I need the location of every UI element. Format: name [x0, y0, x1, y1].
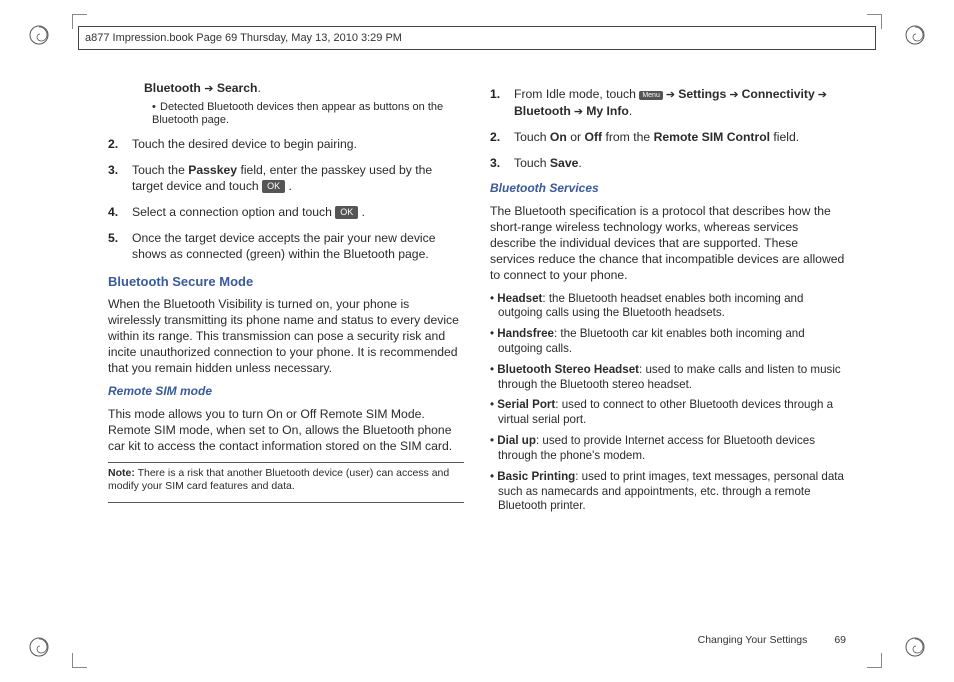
path-segment: Bluetooth [514, 104, 571, 118]
text: Detected Bluetooth devices then appear a… [152, 101, 443, 127]
page-footer: Changing Your Settings 69 [698, 634, 846, 646]
spiral-mark-icon [28, 24, 50, 46]
service-item: • Headset: the Bluetooth headset enables… [490, 292, 846, 322]
text: . [358, 205, 365, 219]
text-bold: Save [550, 156, 578, 170]
arrow-icon: ➔ [726, 89, 741, 101]
crop-mark-icon [867, 653, 882, 668]
divider [108, 462, 464, 463]
item-number: 4. [108, 204, 124, 220]
list-item: 4. Select a connection option and touch … [108, 204, 464, 220]
ordered-list: 1. From Idle mode, touch Menu ➔ Settings… [490, 86, 846, 171]
list-item: 3. Touch Save. [490, 155, 846, 171]
item-number: 5. [108, 230, 124, 262]
item-number: 1. [490, 86, 506, 119]
note-label: Note: [108, 467, 135, 479]
page-number: 69 [834, 634, 846, 646]
item-body: Touch Save. [514, 155, 846, 171]
arrow-icon: ➔ [571, 106, 586, 118]
ok-button-graphic: OK [335, 206, 358, 219]
bullet-icon: • [152, 101, 160, 115]
note-body: There is a risk that another Bluetooth d… [108, 467, 449, 492]
divider [108, 502, 464, 503]
text: From Idle mode, touch [514, 87, 639, 101]
service-desc: : the Bluetooth headset enables both inc… [498, 292, 803, 320]
service-item: • Basic Printing: used to print images, … [490, 470, 846, 514]
item-body: Once the target device accepts the pair … [132, 230, 464, 262]
text: Touch [514, 130, 550, 144]
text: Touch the [132, 163, 188, 177]
left-column: Bluetooth ➔ Search. •Detected Bluetooth … [108, 80, 464, 622]
text-bold: On [550, 130, 567, 144]
paragraph: The Bluetooth specification is a protoco… [490, 203, 846, 283]
spiral-mark-icon [904, 636, 926, 658]
note: Note: There is a risk that another Bluet… [108, 467, 464, 493]
service-name: Headset [497, 292, 542, 305]
services-list: • Headset: the Bluetooth headset enables… [490, 292, 846, 515]
path-segment: Connectivity [742, 87, 815, 101]
text: . [629, 104, 632, 118]
text-bold: Passkey [188, 163, 237, 177]
service-item: • Serial Port: used to connect to other … [490, 398, 846, 428]
page-header-text: a877 Impression.book Page 69 Thursday, M… [79, 27, 875, 49]
item-number: 3. [108, 162, 124, 194]
text: Select a connection option and touch [132, 205, 335, 219]
page-header-box: a877 Impression.book Page 69 Thursday, M… [78, 26, 876, 50]
service-name: Dial up [497, 434, 536, 447]
list-item: 2. Touch the desired device to begin pai… [108, 136, 464, 152]
item-body: From Idle mode, touch Menu ➔ Settings ➔ … [514, 86, 846, 119]
menu-button-graphic: Menu [639, 91, 663, 100]
item-body: Touch the desired device to begin pairin… [132, 136, 464, 152]
text: field. [770, 130, 799, 144]
page-content: Bluetooth ➔ Search. •Detected Bluetooth … [108, 80, 846, 622]
item-body: Touch the Passkey field, enter the passk… [132, 162, 464, 194]
service-name: Bluetooth Stereo Headset [497, 363, 639, 376]
right-column: 1. From Idle mode, touch Menu ➔ Settings… [490, 80, 846, 622]
item-number: 3. [490, 155, 506, 171]
path-segment: Settings [678, 87, 726, 101]
paragraph: This mode allows you to turn On or Off R… [108, 406, 464, 454]
list-item: 3. Touch the Passkey field, enter the pa… [108, 162, 464, 194]
list-item: 5. Once the target device accepts the pa… [108, 230, 464, 262]
continued-path: Bluetooth ➔ Search. [144, 80, 464, 97]
spiral-mark-icon [904, 24, 926, 46]
path-segment: Bluetooth [144, 81, 204, 95]
ordered-list: 2. Touch the desired device to begin pai… [108, 136, 464, 263]
path-segment: My Info [586, 104, 629, 118]
text: or [567, 130, 585, 144]
arrow-icon: ➔ [815, 89, 827, 101]
footer-title: Changing Your Settings [698, 634, 808, 646]
service-item: • Handsfree: the Bluetooth car kit enabl… [490, 327, 846, 357]
item-number: 2. [108, 136, 124, 152]
paragraph: When the Bluetooth Visibility is turned … [108, 296, 464, 376]
heading-bluetooth-secure-mode: Bluetooth Secure Mode [108, 273, 464, 290]
service-name: Handsfree [497, 327, 554, 340]
text: . [258, 81, 261, 95]
path-segment: Search [213, 81, 257, 95]
service-item: • Bluetooth Stereo Headset: used to make… [490, 363, 846, 393]
text: . [578, 156, 581, 170]
item-body: Touch On or Off from the Remote SIM Cont… [514, 129, 846, 145]
service-name: Basic Printing [497, 470, 575, 483]
sub-bullet: •Detected Bluetooth devices then appear … [144, 101, 464, 129]
list-item: 1. From Idle mode, touch Menu ➔ Settings… [490, 86, 846, 119]
service-desc: : used to provide Internet access for Bl… [498, 434, 815, 462]
text-bold: Off [584, 130, 602, 144]
spiral-mark-icon [28, 636, 50, 658]
service-name: Serial Port [497, 398, 555, 411]
text: from the [602, 130, 653, 144]
service-item: • Dial up: used to provide Internet acce… [490, 434, 846, 464]
text-bold: Remote SIM Control [654, 130, 770, 144]
text: Touch [514, 156, 550, 170]
heading-bluetooth-services: Bluetooth Services [490, 181, 846, 197]
arrow-icon: ➔ [663, 89, 678, 101]
item-number: 2. [490, 129, 506, 145]
heading-remote-sim-mode: Remote SIM mode [108, 384, 464, 400]
ok-button-graphic: OK [262, 180, 285, 193]
item-body: Select a connection option and touch OK … [132, 204, 464, 220]
list-item: 2. Touch On or Off from the Remote SIM C… [490, 129, 846, 145]
text: . [285, 179, 292, 193]
crop-mark-icon [72, 653, 87, 668]
